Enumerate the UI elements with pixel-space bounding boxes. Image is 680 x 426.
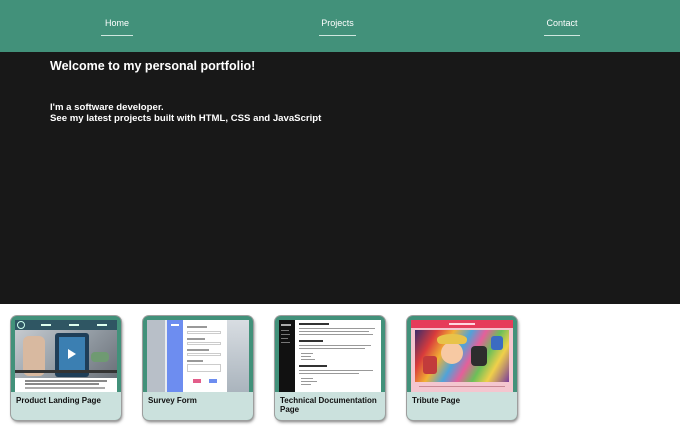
project-card-technical-documentation[interactable]: Technical Documentation Page: [275, 316, 385, 420]
project-card-label: Survey Form: [143, 392, 253, 420]
project-thumbnail: [411, 320, 513, 392]
nav-link-home[interactable]: Home: [101, 14, 133, 36]
project-card-product-landing[interactable]: Product Landing Page: [11, 316, 121, 420]
project-thumbnail: [279, 320, 381, 392]
welcome-heading: Welcome to my personal portfolio!: [50, 59, 256, 73]
project-thumbnail: [147, 320, 249, 392]
intro-line-1: I'm a software developer.: [50, 102, 164, 113]
nav-link-contact[interactable]: Contact: [544, 14, 580, 36]
nav-link-projects[interactable]: Projects: [319, 14, 356, 36]
project-card-survey-form[interactable]: Survey Form: [143, 316, 253, 420]
top-nav: Home Projects Contact: [0, 0, 680, 52]
project-card-label: Product Landing Page: [11, 392, 121, 420]
intro-line-2: See my latest projects built with HTML, …: [50, 113, 322, 124]
project-card-label: Tribute Page: [407, 392, 517, 420]
project-thumbnail: [15, 320, 117, 392]
project-card-label: Technical Documentation Page: [275, 392, 385, 420]
welcome-section: Welcome to my personal portfolio! I'm a …: [0, 52, 680, 304]
projects-section: Product Landing Page Survey Form Technic…: [0, 304, 680, 426]
project-card-tribute[interactable]: Tribute Page: [407, 316, 517, 420]
